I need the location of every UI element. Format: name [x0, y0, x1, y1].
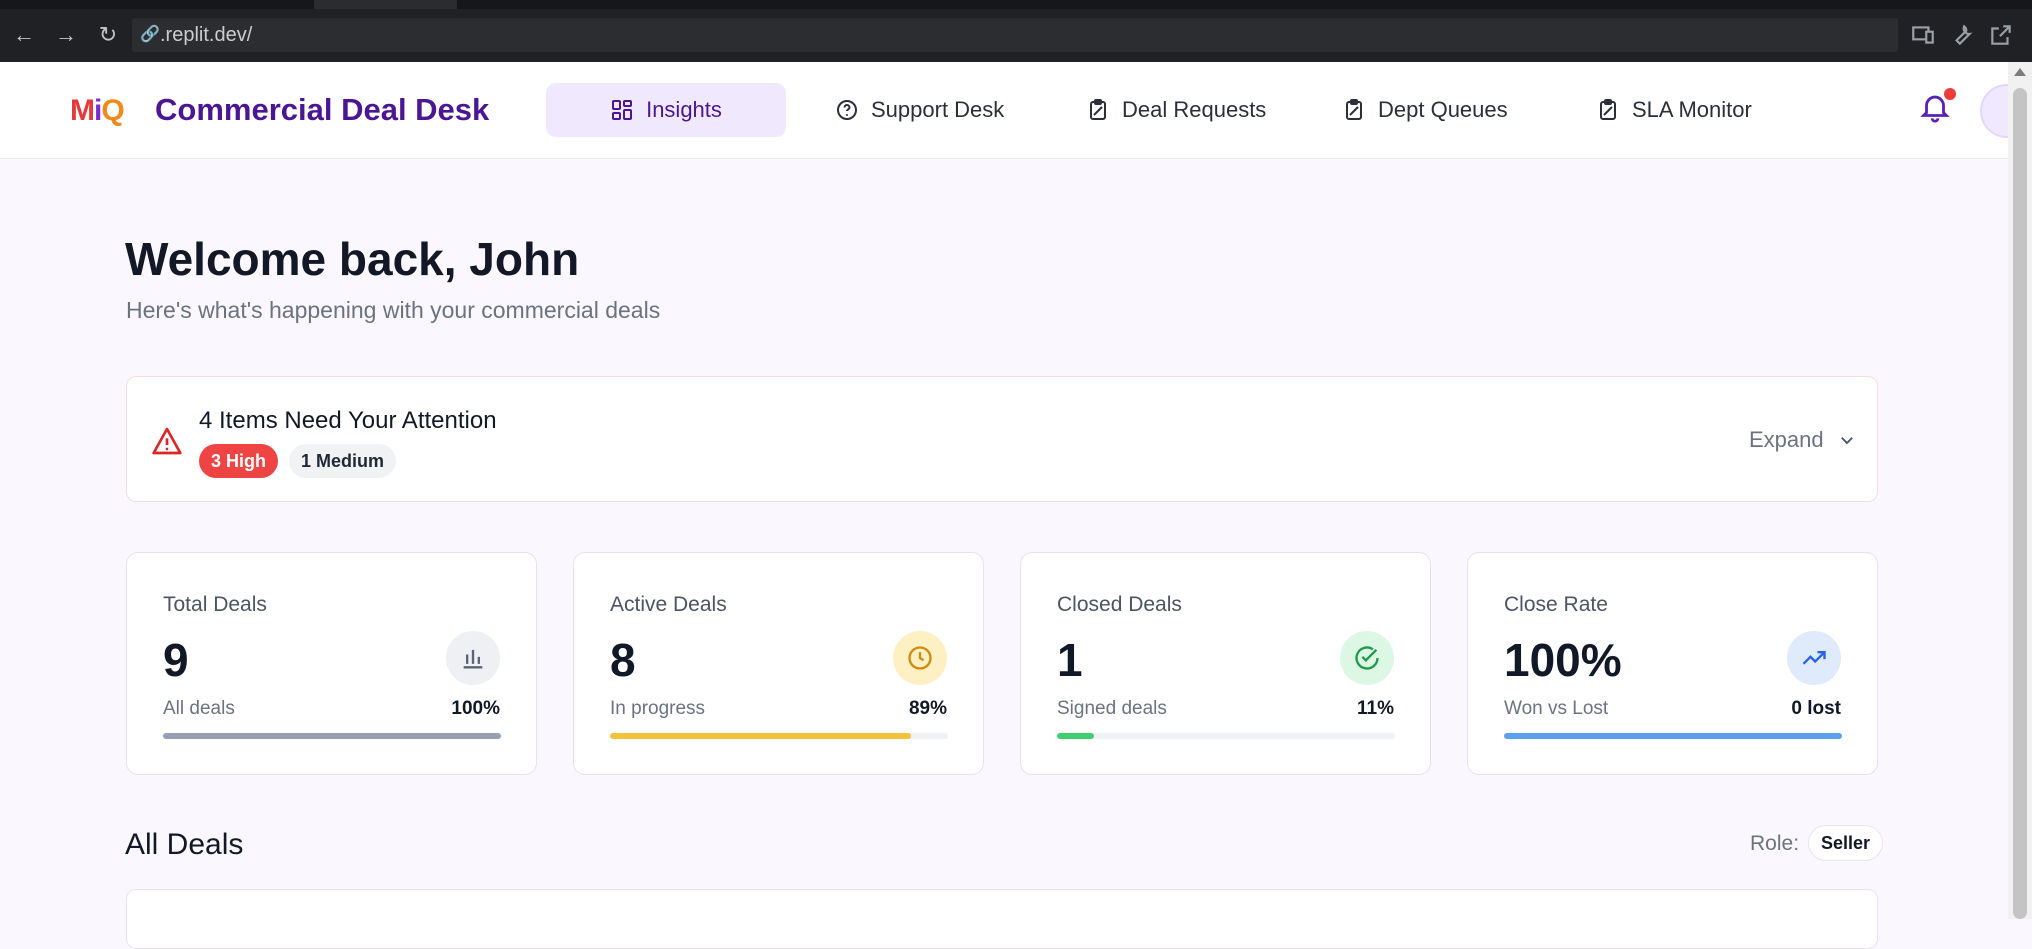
bar-chart-icon	[446, 631, 500, 685]
progress-track	[610, 733, 948, 739]
stat-value: 1	[1057, 634, 1083, 686]
stat-percent: 89%	[908, 698, 947, 719]
clock-icon	[893, 631, 947, 685]
grid-icon	[612, 100, 633, 120]
progress-track	[1057, 733, 1395, 739]
nav-sla-monitor[interactable]: SLA Monitor	[1576, 83, 1772, 137]
stat-percent: 100%	[451, 698, 500, 719]
notification-dot	[1944, 88, 1956, 100]
section-title-all-deals: All Deals	[125, 828, 244, 861]
stat-subtext: All deals	[163, 698, 235, 719]
progress-fill	[610, 733, 911, 739]
stat-value: 8	[610, 634, 636, 686]
stat-subtext: Won vs Lost	[1504, 698, 1609, 719]
expand-label: Expand	[1749, 427, 1824, 452]
progress-track	[1504, 733, 1842, 739]
clipboard-icon	[1600, 99, 1616, 120]
stat-value: 9	[163, 634, 189, 686]
progress-fill	[1057, 733, 1095, 739]
stat-label: Active Deals	[610, 593, 727, 616]
stat-card-total-deals: Total Deals 9 All deals 100%	[126, 552, 537, 775]
page-subtitle: Here's what's happening with your commer…	[126, 297, 661, 323]
stat-card-active-deals: Active Deals 8 In progress 89%	[573, 552, 984, 775]
scroll-thumb[interactable]	[2013, 88, 2027, 919]
forward-icon[interactable]: →	[51, 20, 81, 50]
deals-table-card	[126, 889, 1878, 949]
page-scrollbar[interactable]	[2008, 62, 2032, 919]
stat-card-close-rate: Close Rate 100% Won vs Lost 0 lost	[1467, 552, 1878, 775]
url-text: .replit.dev/	[160, 24, 253, 46]
reload-icon[interactable]: ↻	[93, 20, 123, 50]
link-icon: 🔗	[140, 26, 160, 43]
stat-label: Total Deals	[163, 593, 267, 616]
expand-button[interactable]: Expand	[1749, 427, 1856, 453]
stat-percent: 0 lost	[1791, 698, 1841, 719]
nav-label: Support Desk	[871, 97, 1005, 122]
medium-priority-badge: 1 Medium	[289, 444, 397, 478]
url-bar[interactable]: 🔗 .replit.dev/	[132, 18, 1898, 52]
role-label: Role:	[1750, 832, 1800, 855]
stat-subtext: Signed deals	[1057, 698, 1167, 719]
miq-logo[interactable]: MiQ	[70, 94, 125, 128]
help-circle-icon	[837, 100, 857, 120]
nav-label: SLA Monitor	[1632, 97, 1752, 122]
nav-insights[interactable]: Insights	[546, 83, 786, 137]
page-title: Welcome back, John	[125, 233, 580, 285]
attention-title: 4 Items Need Your Attention	[199, 407, 497, 434]
clipboard-icon	[1090, 99, 1106, 120]
nav-deal-requests[interactable]: Deal Requests	[1066, 83, 1286, 137]
external-link-icon[interactable]	[1988, 22, 2014, 48]
stat-label: Closed Deals	[1057, 593, 1182, 616]
role-selector[interactable]: Seller	[1808, 825, 1884, 861]
stat-percent: 11%	[1357, 698, 1394, 719]
nav-label: Dept Queues	[1378, 97, 1508, 122]
nav-label: Deal Requests	[1122, 97, 1267, 122]
attention-card: 4 Items Need Your Attention 3 High 1 Med…	[126, 376, 1878, 502]
progress-track	[163, 733, 501, 739]
stat-card-closed-deals: Closed Deals 1 Signed deals 11%	[1020, 552, 1431, 775]
back-icon[interactable]: ←	[9, 20, 39, 50]
app-title[interactable]: Commercial Deal Desk	[155, 92, 489, 128]
check-circle-icon	[1340, 631, 1394, 685]
browser-tab-strip	[0, 0, 2032, 9]
progress-fill	[1504, 733, 1842, 739]
high-priority-badge: 3 High	[199, 444, 279, 478]
alert-triangle-icon	[152, 427, 182, 455]
nav-label: Insights	[646, 97, 722, 122]
stat-value: 100%	[1504, 634, 1622, 686]
devices-icon[interactable]	[1910, 22, 1936, 48]
app-header: MiQ Commercial Deal Desk Insights Suppor…	[0, 62, 2032, 159]
nav-dept-queues[interactable]: Dept Queues	[1322, 83, 1528, 137]
chevron-down-icon	[1840, 437, 1853, 445]
stat-label: Close Rate	[1504, 593, 1608, 616]
browser-tab[interactable]	[314, 0, 457, 9]
wrench-icon[interactable]	[1949, 22, 1975, 48]
browser-chrome: ← → ↻ 🔗 .replit.dev/	[0, 0, 2032, 62]
nav-support-desk[interactable]: Support Desk	[815, 83, 1024, 137]
stat-subtext: In progress	[610, 698, 706, 719]
trending-up-icon	[1787, 631, 1841, 685]
progress-fill	[163, 733, 501, 739]
clipboard-icon	[1346, 99, 1362, 120]
scroll-up-icon[interactable]	[2014, 68, 2026, 76]
